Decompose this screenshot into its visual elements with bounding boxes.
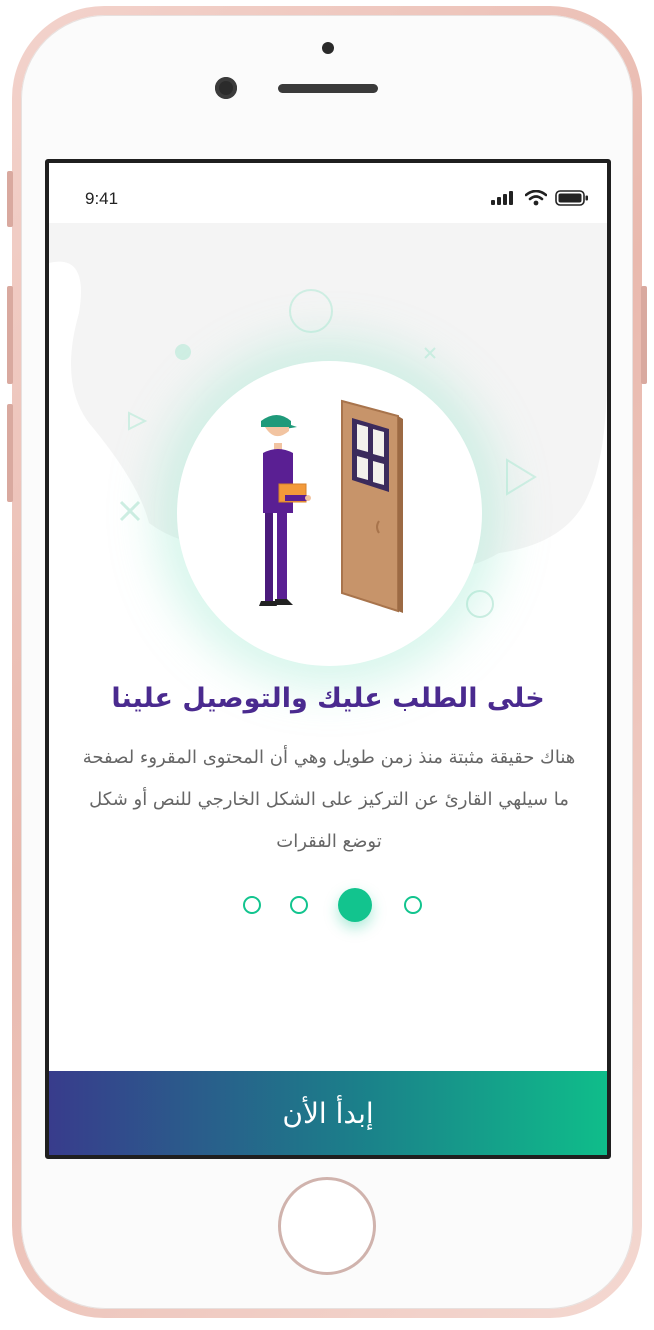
front-camera [215,77,237,99]
decor-x-large-icon [119,500,141,522]
status-bar: 9:41 [49,163,607,223]
proximity-sensor [322,42,334,54]
app-screen: 9:41 خلى الطلب عليك والتوصيل علينا هناك … [45,159,611,1159]
onboarding-title: خلى الطلب عليك والتوصيل علينا [111,683,545,714]
page-dot-3-active[interactable] [338,888,372,922]
door-icon [341,399,403,613]
earpiece-speaker [278,84,378,93]
battery-icon [555,190,588,206]
delivery-illustration [259,399,403,613]
page-dot-2[interactable] [290,896,308,914]
wifi-icon [525,190,547,206]
status-time: 9:41 [85,189,119,208]
page-dot-1[interactable] [243,896,261,914]
volume-down-button [7,404,13,502]
power-button [641,286,647,384]
home-button[interactable] [278,1177,376,1275]
cellular-signal-icon [491,191,513,205]
start-now-label: إبدأ الأن [282,1096,374,1130]
onboarding-description: هناك حقيقة مثبتة منذ زمن طويل وهي أن الم… [82,747,576,852]
decor-dot-icon [175,344,191,360]
page-dot-4[interactable] [404,896,422,914]
volume-up-button [7,286,13,384]
status-icons [491,190,589,206]
mute-switch [7,171,13,227]
pagination-dots [49,887,607,927]
start-now-button[interactable]: إبدأ الأن [49,1071,607,1155]
courier-icon [259,415,311,606]
